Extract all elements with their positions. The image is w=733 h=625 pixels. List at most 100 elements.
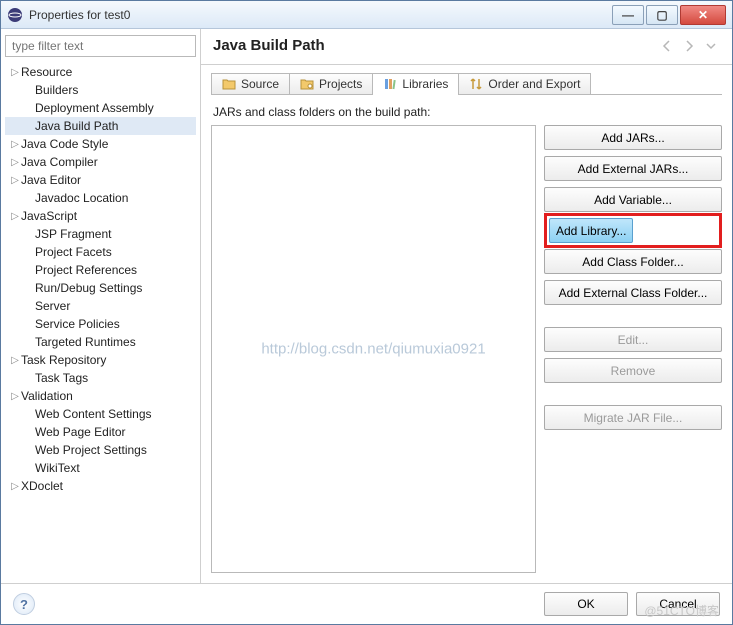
tree-item[interactable]: Deployment Assembly (5, 99, 196, 117)
tab-label: Order and Export (488, 77, 580, 91)
tab-libraries[interactable]: Libraries (372, 73, 459, 94)
highlight-annotation: Add Library... (544, 213, 722, 248)
tree-item[interactable]: Java Build Path (5, 117, 196, 135)
expand-icon[interactable]: ▷ (9, 211, 21, 222)
tree-item-label: Validation (21, 389, 73, 403)
tree-item[interactable]: Project Facets (5, 243, 196, 261)
expand-icon[interactable]: ▷ (9, 139, 21, 150)
add-variable-button[interactable]: Add Variable... (544, 187, 722, 212)
tree-item[interactable]: WikiText (5, 459, 196, 477)
jars-listbox[interactable]: http://blog.csdn.net/qiumuxia0921 (211, 125, 536, 573)
window-buttons: — ▢ ✕ (610, 5, 726, 25)
libraries-icon (383, 77, 397, 91)
tree-item[interactable]: ▷JavaScript (5, 207, 196, 225)
tree-item[interactable]: Run/Debug Settings (5, 279, 196, 297)
tree-item[interactable]: Web Content Settings (5, 405, 196, 423)
titlebar[interactable]: Properties for test0 — ▢ ✕ (1, 1, 732, 29)
add-library-button[interactable]: Add Library... (549, 218, 633, 243)
close-button[interactable]: ✕ (680, 5, 726, 25)
tree-item-label: Web Page Editor (35, 425, 126, 439)
tree-item-label: Deployment Assembly (35, 101, 154, 115)
tab-projects[interactable]: Projects (289, 73, 373, 94)
tree-item[interactable]: Project References (5, 261, 196, 279)
panel-label: JARs and class folders on the build path… (213, 105, 722, 119)
expand-icon[interactable]: ▷ (9, 175, 21, 186)
tab-order[interactable]: Order and Export (458, 73, 591, 94)
tree-item-label: Web Project Settings (35, 443, 147, 457)
tree-item[interactable]: ▷Resource (5, 63, 196, 81)
tree-item-label: XDoclet (21, 479, 63, 493)
tab-bar: Source Projects Libraries Order and Expo… (211, 73, 722, 95)
maximize-button[interactable]: ▢ (646, 5, 678, 25)
tree-item[interactable]: ▷XDoclet (5, 477, 196, 495)
tree-item-label: Task Repository (21, 353, 106, 367)
expand-icon[interactable]: ▷ (9, 67, 21, 78)
order-icon (469, 77, 483, 91)
edit-button[interactable]: Edit... (544, 327, 722, 352)
watermark-text: http://blog.csdn.net/qiumuxia0921 (261, 341, 485, 358)
tab-source[interactable]: Source (211, 73, 290, 94)
tree-item[interactable]: ▷Task Repository (5, 351, 196, 369)
expand-icon[interactable]: ▷ (9, 481, 21, 492)
remove-button[interactable]: Remove (544, 358, 722, 383)
tab-label: Projects (319, 77, 362, 91)
ok-button[interactable]: OK (544, 592, 628, 616)
libraries-panel: JARs and class folders on the build path… (201, 95, 732, 583)
corner-watermark: @51CTO博客 (644, 602, 719, 619)
tree-item-label: Web Content Settings (35, 407, 152, 421)
expand-icon[interactable]: ▷ (9, 355, 21, 366)
tree-item[interactable]: JSP Fragment (5, 225, 196, 243)
tree-item[interactable]: Web Page Editor (5, 423, 196, 441)
add-external-class-folder-button[interactable]: Add External Class Folder... (544, 280, 722, 305)
tree-item[interactable]: ▷Validation (5, 387, 196, 405)
footer: ? OK Cancel (1, 583, 732, 624)
projects-icon (300, 77, 314, 91)
add-jars-button[interactable]: Add JARs... (544, 125, 722, 150)
tree-item-label: Run/Debug Settings (35, 281, 142, 295)
side-button-bar: Add JARs... Add External JARs... Add Var… (544, 125, 722, 573)
tree-item-label: Javadoc Location (35, 191, 128, 205)
category-tree[interactable]: ▷ResourceBuildersDeployment AssemblyJava… (5, 63, 196, 495)
page-header: Java Build Path (201, 29, 732, 65)
dropdown-icon[interactable] (702, 38, 720, 54)
panel-body: http://blog.csdn.net/qiumuxia0921 Add JA… (211, 125, 722, 573)
tree-item[interactable]: Service Policies (5, 315, 196, 333)
expand-icon[interactable]: ▷ (9, 157, 21, 168)
tree-item-label: Service Policies (35, 317, 120, 331)
tree-item-label: Java Build Path (35, 119, 118, 133)
tree-item-label: Java Compiler (21, 155, 98, 169)
tree-item[interactable]: Task Tags (5, 369, 196, 387)
properties-dialog: Properties for test0 — ▢ ✕ ▷ResourceBuil… (0, 0, 733, 625)
expand-icon[interactable]: ▷ (9, 391, 21, 402)
eclipse-icon (7, 7, 23, 23)
back-icon[interactable] (658, 38, 676, 54)
content-area: ▷ResourceBuildersDeployment AssemblyJava… (1, 29, 732, 583)
add-external-jars-button[interactable]: Add External JARs... (544, 156, 722, 181)
page-title: Java Build Path (213, 37, 654, 54)
tab-label: Source (241, 77, 279, 91)
tree-item[interactable]: ▷Java Editor (5, 171, 196, 189)
window-title: Properties for test0 (29, 8, 610, 22)
minimize-button[interactable]: — (612, 5, 644, 25)
tree-item[interactable]: Javadoc Location (5, 189, 196, 207)
help-icon[interactable]: ? (13, 593, 35, 615)
add-class-folder-button[interactable]: Add Class Folder... (544, 249, 722, 274)
tree-item[interactable]: Server (5, 297, 196, 315)
tree-item[interactable]: Web Project Settings (5, 441, 196, 459)
tree-item[interactable]: Builders (5, 81, 196, 99)
tree-item-label: JavaScript (21, 209, 77, 223)
forward-icon[interactable] (680, 38, 698, 54)
tree-item[interactable]: ▷Java Compiler (5, 153, 196, 171)
tree-item-label: Server (35, 299, 70, 313)
filter-input[interactable] (5, 35, 196, 57)
migrate-jar-button[interactable]: Migrate JAR File... (544, 405, 722, 430)
sidebar: ▷ResourceBuildersDeployment AssemblyJava… (1, 29, 201, 583)
tree-item-label: Resource (21, 65, 72, 79)
folder-icon (222, 77, 236, 91)
tree-item-label: Targeted Runtimes (35, 335, 136, 349)
tab-label: Libraries (402, 77, 448, 91)
tree-item[interactable]: ▷Java Code Style (5, 135, 196, 153)
tree-item[interactable]: Targeted Runtimes (5, 333, 196, 351)
tree-item-label: WikiText (35, 461, 80, 475)
tree-item-label: JSP Fragment (35, 227, 111, 241)
